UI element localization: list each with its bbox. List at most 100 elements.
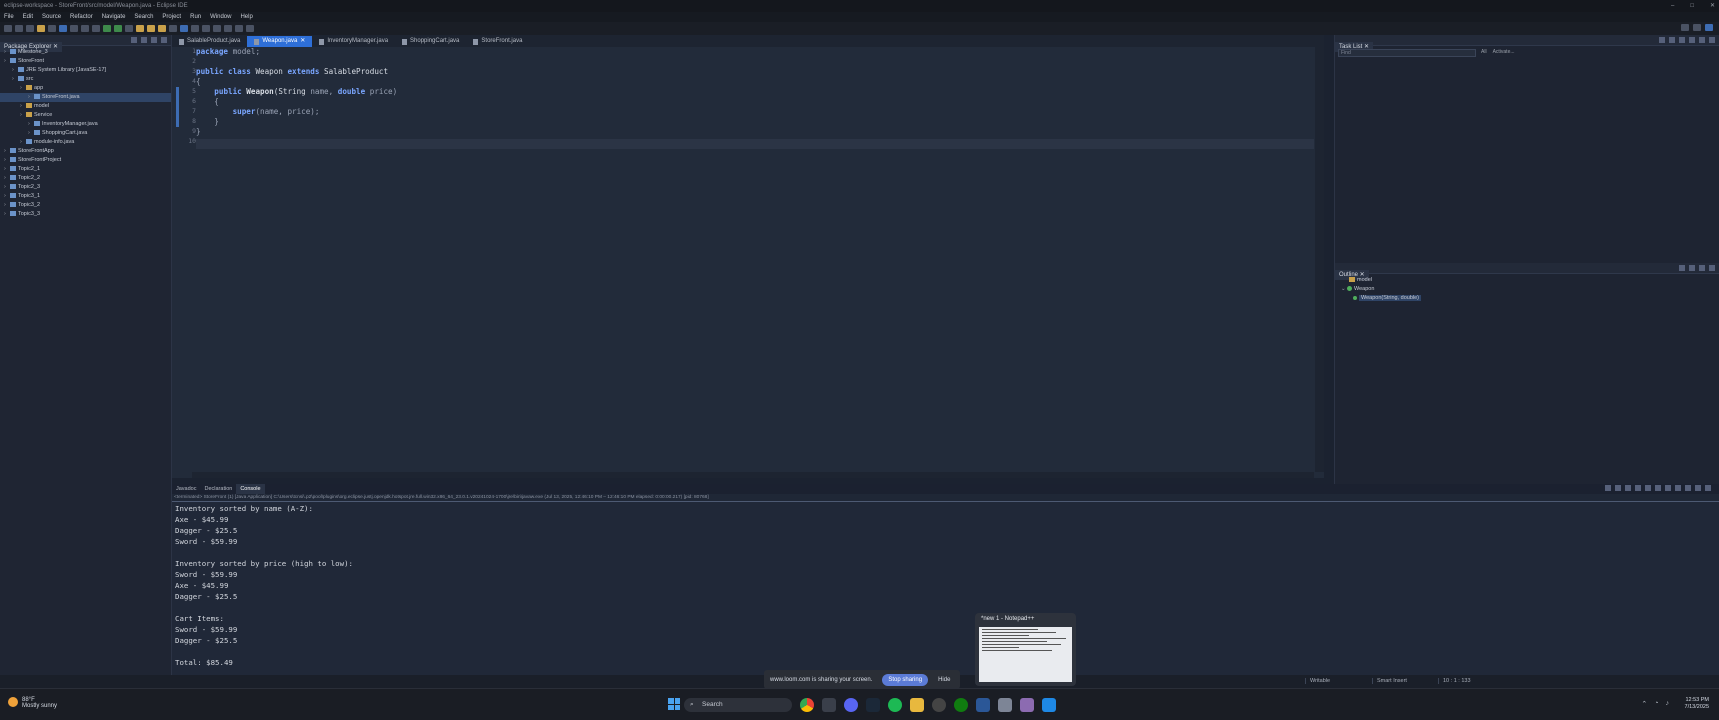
windows-start-icon[interactable] bbox=[668, 698, 680, 710]
steam-icon[interactable] bbox=[866, 698, 880, 712]
view-menu-icon[interactable] bbox=[1709, 265, 1715, 271]
app-icon[interactable] bbox=[1042, 698, 1056, 712]
xbox-icon[interactable] bbox=[954, 698, 968, 712]
minimize-view-icon[interactable] bbox=[1695, 485, 1701, 491]
open-task-icon[interactable] bbox=[169, 25, 177, 32]
terminal-icon[interactable] bbox=[48, 25, 56, 32]
collapse-all-icon[interactable] bbox=[131, 37, 137, 43]
filter-icon[interactable] bbox=[151, 37, 157, 43]
resume-icon[interactable] bbox=[70, 25, 78, 32]
tab-console[interactable]: Console bbox=[236, 484, 265, 494]
terminate-icon[interactable] bbox=[1605, 485, 1611, 491]
maximize-icon[interactable]: □ bbox=[1690, 0, 1694, 12]
package-tree-item[interactable]: › Topic3_2 bbox=[0, 201, 171, 210]
display-console-icon[interactable] bbox=[1675, 485, 1681, 491]
tab-javadoc[interactable]: Javadoc bbox=[172, 484, 201, 494]
close-tab-icon[interactable]: ✕ bbox=[300, 36, 305, 47]
open-console-icon[interactable] bbox=[1685, 485, 1691, 491]
chrome-icon[interactable] bbox=[800, 698, 814, 712]
weather-widget[interactable]: 88°F Mostly sunny bbox=[8, 697, 57, 709]
filter-all-link[interactable]: All bbox=[1481, 49, 1487, 55]
new-task-icon[interactable] bbox=[1659, 37, 1665, 43]
chevron-up-icon[interactable]: ⌃ bbox=[1641, 700, 1647, 708]
code-editor[interactable]: 1 2 3 4 5 6 7 8 9 10 package model; publ… bbox=[172, 47, 1324, 472]
collapse-icon[interactable] bbox=[1679, 37, 1685, 43]
package-tree-item[interactable]: › Topic2_2 bbox=[0, 174, 171, 183]
suspend-icon[interactable] bbox=[81, 25, 89, 32]
menu-window[interactable]: Window bbox=[210, 12, 231, 22]
scroll-lock-icon[interactable] bbox=[1645, 485, 1651, 491]
new-java-project-icon[interactable] bbox=[136, 25, 144, 32]
toggle-mark-icon[interactable] bbox=[191, 25, 199, 32]
stop-icon[interactable] bbox=[92, 25, 100, 32]
maximize-view-icon[interactable] bbox=[1705, 485, 1711, 491]
forward-icon[interactable] bbox=[235, 25, 243, 32]
taskbar-clock[interactable]: 12:53 PM 7/13/2025 bbox=[1685, 697, 1709, 711]
open-perspective-icon[interactable] bbox=[1693, 24, 1701, 31]
volume-icon[interactable]: ♪ bbox=[1666, 700, 1670, 708]
tab-inventorymanager[interactable]: InventoryManager.java bbox=[312, 36, 395, 47]
hide-button[interactable]: Hide bbox=[938, 677, 950, 683]
notepad-preview[interactable]: *new 1 - Notepad++ bbox=[975, 613, 1076, 686]
package-tree-item[interactable]: › Topic3_3 bbox=[0, 210, 171, 219]
package-tree-item[interactable]: › StoreFront bbox=[0, 57, 171, 66]
menu-search[interactable]: Search bbox=[134, 12, 153, 22]
remove-launch-icon[interactable] bbox=[1615, 485, 1621, 491]
menu-run[interactable]: Run bbox=[190, 12, 201, 22]
maximize-view-icon[interactable] bbox=[1699, 37, 1705, 43]
word-icon[interactable] bbox=[976, 698, 990, 712]
console-output[interactable]: Inventory sorted by name (A-Z): Axe - $45… bbox=[175, 503, 353, 668]
pin-editor-icon[interactable] bbox=[246, 25, 254, 32]
package-tree-item[interactable]: › app bbox=[0, 84, 171, 93]
package-tree-item[interactable]: › Topic2_1 bbox=[0, 165, 171, 174]
link-editor-icon[interactable] bbox=[141, 37, 147, 43]
save-icon[interactable] bbox=[15, 25, 23, 32]
tab-weapon[interactable]: Weapon.java ✕ bbox=[247, 36, 313, 47]
help-icon[interactable] bbox=[1709, 37, 1715, 43]
annotation-prev-icon[interactable] bbox=[213, 25, 221, 32]
editor-horizontal-scrollbar[interactable] bbox=[192, 472, 1314, 478]
hide-static-icon[interactable] bbox=[1699, 265, 1705, 271]
skip-breakpoints-icon[interactable] bbox=[59, 25, 67, 32]
network-icon[interactable]: ◔ bbox=[1654, 700, 1658, 708]
save-all-icon[interactable] bbox=[26, 25, 34, 32]
outline-item-class[interactable]: ⌄ Weapon bbox=[1341, 285, 1719, 294]
find-actions-icon[interactable] bbox=[1681, 24, 1689, 31]
run-icon[interactable] bbox=[114, 25, 122, 32]
sort-icon[interactable] bbox=[1679, 265, 1685, 271]
app-icon[interactable] bbox=[822, 698, 836, 712]
clear-console-icon[interactable] bbox=[1635, 485, 1641, 491]
eclipse-icon[interactable] bbox=[1020, 698, 1034, 712]
word-wrap-icon[interactable] bbox=[1655, 485, 1661, 491]
spotify-icon[interactable] bbox=[888, 698, 902, 712]
menu-help[interactable]: Help bbox=[240, 12, 252, 22]
pin-console-icon[interactable] bbox=[1665, 485, 1671, 491]
java-perspective-icon[interactable] bbox=[1705, 24, 1713, 31]
outline-item-constructor[interactable]: Weapon(String, double) bbox=[1341, 294, 1719, 303]
new-class-icon[interactable] bbox=[158, 25, 166, 32]
outline-item-package[interactable]: model bbox=[1341, 276, 1719, 285]
activate-link[interactable]: Activate... bbox=[1493, 49, 1515, 55]
tab-salableproduct[interactable]: SalableProduct.java bbox=[172, 36, 247, 47]
package-tree-item[interactable]: › Topic2_3 bbox=[0, 183, 171, 192]
package-tree-item[interactable]: › JRE System Library [JavaSE-17] bbox=[0, 66, 171, 75]
package-tree-item[interactable]: › module-info.java bbox=[0, 138, 171, 147]
coverage-icon[interactable] bbox=[125, 25, 133, 32]
package-tree-item[interactable]: › StoreFront.java bbox=[0, 93, 171, 102]
package-tree-item[interactable]: › StoreFrontApp bbox=[0, 147, 171, 156]
package-tree-item[interactable]: › Service bbox=[0, 111, 171, 120]
focus-icon[interactable] bbox=[1669, 37, 1675, 43]
menu-navigate[interactable]: Navigate bbox=[102, 12, 126, 22]
discord-icon[interactable] bbox=[844, 698, 858, 712]
task-search-input[interactable]: Find bbox=[1338, 49, 1476, 57]
menu-file[interactable]: File bbox=[4, 12, 14, 22]
package-tree-item[interactable]: › src bbox=[0, 75, 171, 84]
stop-sharing-button[interactable]: Stop sharing bbox=[882, 673, 929, 686]
menu-edit[interactable]: Edit bbox=[23, 12, 33, 22]
app-icon[interactable] bbox=[932, 698, 946, 712]
package-tree-item[interactable]: › ShoppingCart.java bbox=[0, 129, 171, 138]
back-icon[interactable] bbox=[224, 25, 232, 32]
minimize-view-icon[interactable] bbox=[1689, 37, 1695, 43]
package-tree-item[interactable]: › InventoryManager.java bbox=[0, 120, 171, 129]
menu-source[interactable]: Source bbox=[42, 12, 61, 22]
